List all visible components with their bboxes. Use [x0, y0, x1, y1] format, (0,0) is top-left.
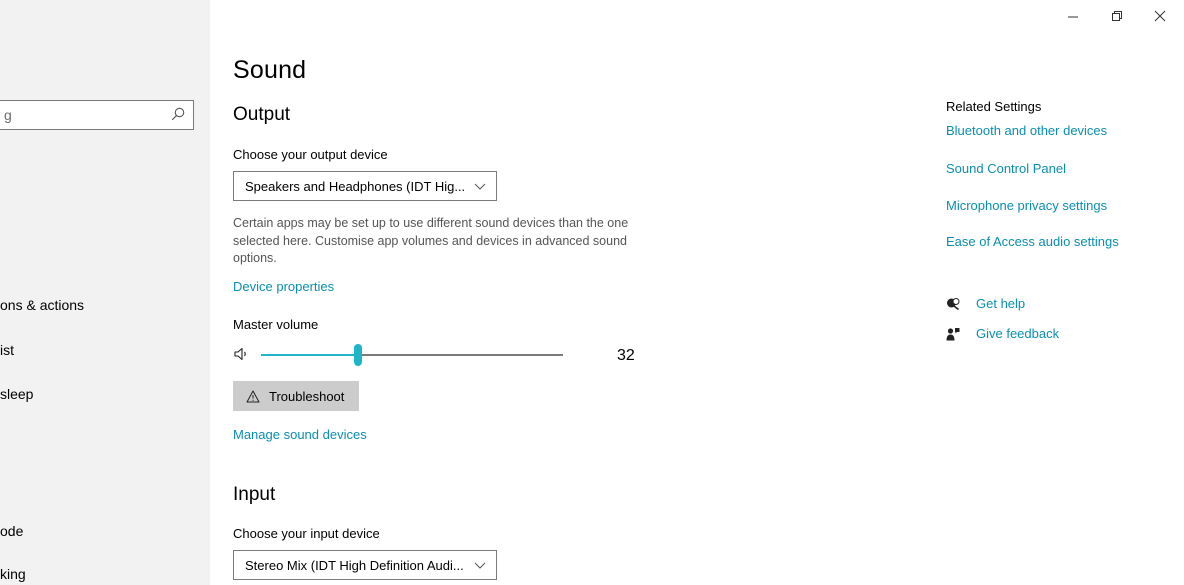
chevron-down-icon	[474, 183, 486, 190]
ease-of-access-audio-link[interactable]: Ease of Access audio settings	[946, 234, 1119, 249]
get-help-icon	[947, 297, 960, 310]
get-help-link[interactable]: Get help	[976, 296, 1025, 311]
sidebar-item-multitasking[interactable]: king	[0, 566, 26, 582]
related-settings: Related Settings Bluetooth and other dev…	[946, 0, 1176, 585]
warning-icon	[246, 390, 260, 402]
sound-control-panel-link[interactable]: Sound Control Panel	[946, 161, 1066, 176]
volume-value: 32	[617, 347, 635, 364]
sidebar-item-tablet-mode[interactable]: ode	[0, 523, 23, 539]
troubleshoot-button[interactable]: Troubleshoot	[233, 381, 359, 411]
search-box[interactable]	[0, 100, 194, 130]
manage-sound-devices-link[interactable]: Manage sound devices	[233, 427, 367, 442]
slider-fill	[261, 354, 358, 356]
microphone-privacy-link[interactable]: Microphone privacy settings	[946, 198, 1107, 213]
give-feedback-link[interactable]: Give feedback	[976, 326, 1059, 341]
speaker-icon[interactable]	[233, 346, 249, 362]
output-device-value: Speakers and Headphones (IDT Hig...	[245, 178, 466, 194]
input-device-dropdown[interactable]: Stereo Mix (IDT High Definition Audi...	[233, 550, 497, 580]
master-volume-slider[interactable]	[233, 344, 653, 366]
troubleshoot-label: Troubleshoot	[269, 388, 345, 404]
input-device-value: Stereo Mix (IDT High Definition Audi...	[245, 557, 464, 573]
device-properties-link[interactable]: Device properties	[233, 279, 334, 294]
input-device-label: Choose your input device	[233, 526, 380, 541]
output-device-dropdown[interactable]: Speakers and Headphones (IDT Hig...	[233, 171, 497, 201]
bluetooth-devices-link[interactable]: Bluetooth and other devices	[946, 123, 1107, 138]
sidebar-item-power-sleep[interactable]: sleep	[0, 386, 33, 402]
get-help-row[interactable]: Get help	[946, 296, 1025, 311]
slider-thumb[interactable]	[353, 344, 362, 366]
sidebar-item-notifications[interactable]: ons & actions	[0, 297, 84, 313]
page-title: Sound	[233, 56, 307, 84]
chevron-down-icon	[474, 562, 486, 569]
main-content: Sound Output Choose your output device S…	[233, 0, 893, 585]
output-heading: Output	[233, 104, 291, 125]
search-input[interactable]	[0, 101, 160, 129]
input-heading: Input	[233, 484, 276, 505]
output-device-label: Choose your output device	[233, 147, 388, 162]
feedback-icon	[946, 327, 960, 340]
sidebar: ons & actions ist sleep ode king	[0, 0, 210, 585]
master-volume-label: Master volume	[233, 317, 319, 332]
give-feedback-row[interactable]: Give feedback	[946, 326, 1059, 341]
sidebar-item-focus-assist[interactable]: ist	[0, 342, 14, 358]
related-settings-title: Related Settings	[946, 99, 1042, 114]
search-icon[interactable]	[171, 107, 185, 121]
output-description: Certain apps may be set up to use differ…	[233, 216, 629, 265]
